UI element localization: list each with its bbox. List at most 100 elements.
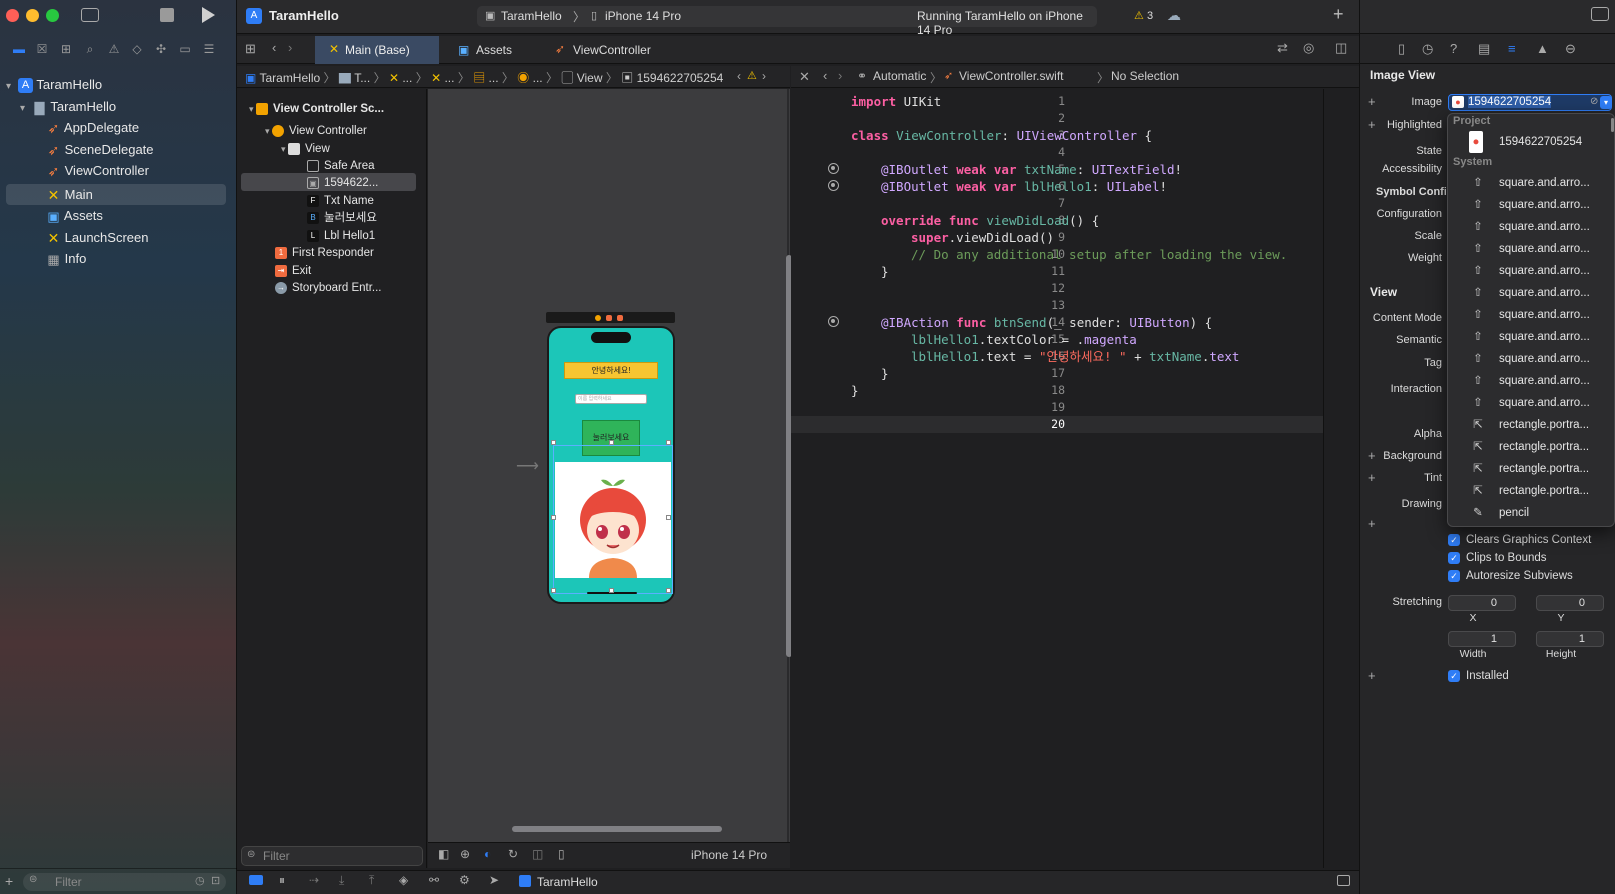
cloud-icon[interactable]: ☁ (1167, 7, 1181, 24)
character-image[interactable] (555, 462, 671, 578)
resize-handle[interactable] (551, 588, 556, 593)
step-into-icon[interactable]: ⤓ (339, 873, 344, 888)
breakpoint-icon[interactable]: ▭ (177, 41, 193, 57)
resize-handle[interactable] (551, 440, 556, 445)
tree-item-group[interactable]: ▾ ▇ TaramHello (6, 96, 226, 117)
continue-icon[interactable]: ⇢ (309, 873, 319, 887)
source-control-icon[interactable]: ☒ (34, 41, 50, 57)
tree-item-scenedelegate[interactable]: ➶ SceneDelegate (6, 139, 226, 160)
appearance-icon[interactable]: ◐ (484, 847, 491, 861)
outline-item-view[interactable]: ▾ View (281, 140, 330, 158)
warning-icon[interactable]: ⚠ (1134, 9, 1144, 22)
search-icon[interactable]: ⌕ (82, 41, 98, 57)
scm-filter-icon[interactable]: ⊡ (211, 874, 220, 887)
tab-main[interactable]: ✕ Main (Base) (315, 36, 439, 64)
tab-viewcontroller[interactable]: ➶ ViewController (555, 36, 675, 64)
breadcrumb-item[interactable]: Automatic (873, 69, 926, 83)
resize-handle[interactable] (609, 588, 614, 593)
breadcrumb-item[interactable]: View (577, 71, 603, 85)
breadcrumb-item[interactable]: 1594622705254 (637, 71, 724, 85)
clear-icon[interactable]: ⊘ (1590, 96, 1598, 107)
dropdown-item-symbol[interactable]: ⇧ square.and.arro... (1447, 172, 1615, 194)
report-icon[interactable]: ☰ (201, 41, 217, 57)
pause-icon[interactable]: ⏸ (279, 873, 285, 888)
chevron-down-icon[interactable]: ▾ (1600, 96, 1612, 109)
breadcrumb-item[interactable]: ... (489, 71, 499, 85)
outline-filter-field[interactable]: ⊜ Filter (241, 846, 423, 866)
refresh-icon[interactable]: ⇄ (1277, 40, 1288, 56)
add-variation-icon[interactable]: + (1368, 516, 1376, 531)
add-variation-icon[interactable]: + (1368, 668, 1376, 683)
dropdown-item-symbol[interactable]: ⇱ rectangle.portra... (1447, 480, 1615, 502)
device-icon[interactable]: ▯ (558, 847, 565, 861)
breadcrumb-item[interactable]: No Selection (1111, 69, 1179, 83)
action-connection-icon[interactable] (828, 316, 839, 327)
outline-item-label[interactable]: L Lbl Hello1 (307, 227, 375, 245)
stretch-width-field[interactable]: 1 (1448, 631, 1516, 647)
dropdown-item-symbol[interactable]: ⇧ square.and.arro... (1447, 238, 1615, 260)
outline-item-imageview[interactable]: ▣ 1594622... (307, 174, 378, 192)
forward-icon[interactable]: › (288, 40, 292, 55)
installed-checkbox[interactable]: ✓ Installed (1448, 670, 1509, 682)
layout-icon[interactable]: ◫ (532, 847, 543, 861)
outline-item-viewcontroller[interactable]: ▾ View Controller (265, 122, 367, 140)
connections-inspector-icon[interactable]: ⊖ (1565, 41, 1576, 57)
resize-handle[interactable] (609, 440, 614, 445)
dropdown-item-symbol[interactable]: ⇧ square.and.arro... (1447, 216, 1615, 238)
stretch-x-field[interactable]: 0 (1448, 595, 1516, 611)
dropdown-item-symbol[interactable]: ⇱ rectangle.portra... (1447, 414, 1615, 436)
outline-toggle-icon[interactable]: ◧ (438, 847, 449, 861)
device-preview[interactable]: 안녕하세요! 이름 입력하세요 눌러보세요 (547, 326, 675, 604)
warning-count[interactable]: 3 (1147, 10, 1153, 22)
debug-icon[interactable]: ✣ (153, 41, 169, 57)
name-textfield[interactable]: 이름 입력하세요 (575, 394, 647, 404)
step-out-icon[interactable]: ⤒ (369, 873, 374, 888)
outline-item-txtname[interactable]: F Txt Name (307, 192, 374, 210)
dropdown-item-symbol[interactable]: ⇧ square.and.arro... (1447, 282, 1615, 304)
dropdown-item-symbol[interactable]: ⇧ square.and.arro... (1447, 194, 1615, 216)
resize-handle[interactable] (666, 515, 671, 520)
debug-target[interactable]: TaramHello (537, 875, 598, 889)
split-editor-icon[interactable]: ◫ (1335, 40, 1347, 56)
device-label[interactable]: iPhone 14 Pro (691, 848, 767, 862)
help-inspector-icon[interactable]: ? (1450, 41, 1457, 56)
console-toggle-icon[interactable] (1337, 875, 1350, 886)
tree-item-launchscreen[interactable]: ✕ LaunchScreen (6, 227, 226, 248)
outline-item-exit[interactable]: ⇥ Exit (275, 262, 311, 280)
outlet-connection-icon[interactable] (828, 163, 839, 174)
outlet-connection-icon[interactable] (828, 180, 839, 191)
back-icon[interactable]: ‹ (823, 68, 827, 83)
tree-item-main[interactable]: ✕ Main (6, 184, 226, 205)
identity-inspector-icon[interactable]: ▤ (1478, 41, 1490, 57)
prev-issue-icon[interactable]: ‹ (737, 69, 741, 83)
hierarchy-icon[interactable]: ⊞ (58, 41, 74, 57)
view-debugger-icon[interactable]: ◈ (399, 873, 408, 887)
dropdown-item-symbol[interactable]: ⇧ square.and.arro... (1447, 326, 1615, 348)
tree-item-assets[interactable]: ▣ Assets (6, 205, 226, 226)
outline-item-button[interactable]: B 눌러보세요 (307, 209, 377, 227)
breadcrumb-item[interactable]: T... (354, 71, 370, 85)
recent-icon[interactable]: ◷ (195, 874, 205, 887)
tab-assets[interactable]: ▣ Assets (458, 36, 558, 64)
resize-handle[interactable] (666, 588, 671, 593)
outline-item-firstresponder[interactable]: 1 First Responder (275, 244, 374, 262)
outline-item-entrypoint[interactable]: → Storyboard Entr... (275, 279, 382, 297)
dropdown-item-symbol[interactable]: ⇧ square.and.arro... (1447, 370, 1615, 392)
tree-item-project[interactable]: ▾ A TaramHello (6, 74, 226, 95)
grid-icon[interactable]: ⊞ (245, 41, 256, 57)
back-icon[interactable]: ‹ (272, 40, 276, 55)
autoresize-checkbox[interactable]: ✓ Autoresize Subviews (1448, 570, 1573, 582)
breadcrumb-item[interactable]: TaramHello (259, 71, 320, 85)
breadcrumb-item[interactable]: ... (402, 71, 412, 85)
test-icon[interactable]: ◇ (129, 41, 145, 57)
folder-icon[interactable]: ▬ (11, 41, 27, 57)
tree-item-info[interactable]: ▦ Info (6, 248, 226, 269)
history-inspector-icon[interactable]: ◷ (1422, 41, 1433, 57)
add-variation-icon[interactable]: + (1368, 117, 1376, 132)
dropdown-scrollbar[interactable] (1611, 118, 1614, 132)
attributes-inspector-icon[interactable]: ≡ (1508, 41, 1516, 56)
dropdown-item-symbol[interactable]: ⇧ square.and.arro... (1447, 304, 1615, 326)
stretch-height-field[interactable]: 1 (1536, 631, 1604, 647)
accessibility-icon[interactable]: ⊕ (460, 847, 470, 861)
image-combo-field[interactable]: ● 1594622705254 ⊘ ▾ (1448, 94, 1612, 111)
